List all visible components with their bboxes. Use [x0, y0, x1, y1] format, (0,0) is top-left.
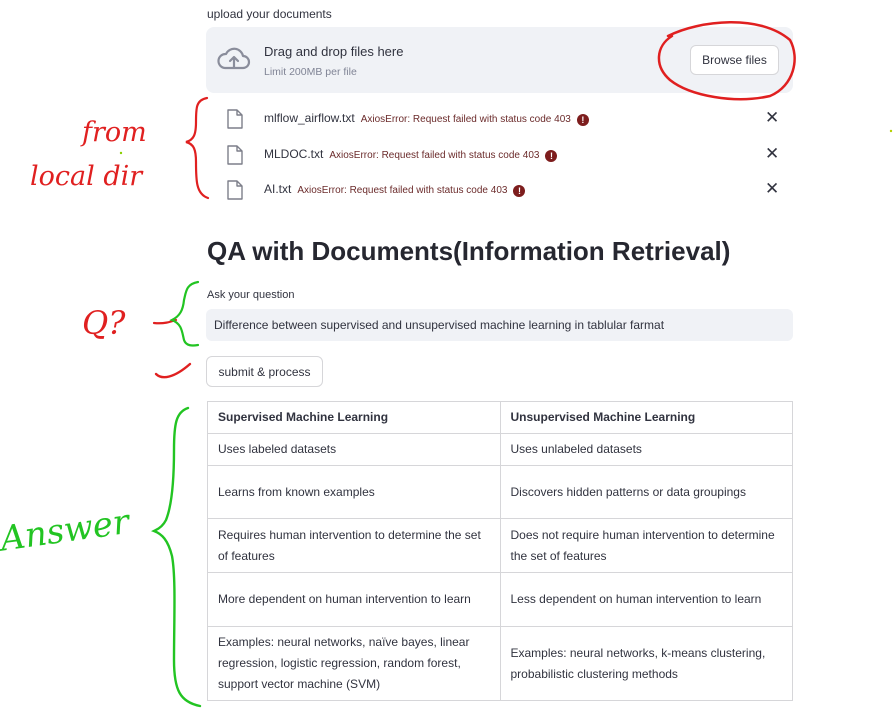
annotation-answer: Answer: [0, 502, 133, 560]
file-item: AI.txt AxiosError: Request failed with st…: [226, 178, 786, 202]
table-cell: Learns from known examples: [207, 465, 501, 519]
upload-label: upload your documents: [207, 7, 332, 21]
annotation-brace-files: [185, 96, 210, 200]
file-item: mlflow_airflow.txt AxiosError: Request fa…: [226, 107, 786, 131]
table-row: Requires human intervention to determine…: [207, 518, 793, 573]
table-cell: More dependent on human intervention to …: [207, 572, 501, 627]
table-cell: Uses unlabeled datasets: [499, 433, 793, 466]
table-cell: Discovers hidden patterns or data groupi…: [499, 465, 793, 519]
table-row: Uses labeled datasets Uses unlabeled dat…: [207, 433, 793, 466]
annotation-arrow-question: [152, 318, 178, 325]
table-cell: Uses labeled datasets: [207, 433, 501, 466]
browse-files-button[interactable]: Browse files: [690, 45, 779, 75]
annotation-question: Q?: [82, 304, 126, 342]
file-name: MLDOC.txt: [264, 147, 324, 161]
annotation-brace-answer: [151, 406, 202, 708]
answer-table: Supervised Machine Learning Unsupervised…: [207, 401, 793, 701]
close-icon[interactable]: ✕: [765, 144, 779, 164]
annotation-check: [154, 362, 192, 379]
table-row: More dependent on human intervention to …: [207, 572, 793, 627]
question-label: Ask your question: [207, 289, 295, 301]
cloud-upload-icon: [217, 47, 251, 70]
dropzone-limit: Limit 200MB per file: [264, 66, 357, 78]
file-name: mlflow_airflow.txt: [264, 111, 355, 125]
annotation-from: from: [80, 117, 147, 148]
file-error: AxiosError: Request failed with status c…: [360, 114, 571, 125]
page-title: QA with Documents(Information Retrieval): [207, 236, 731, 266]
error-icon: !: [513, 185, 526, 197]
file-error: AxiosError: Request failed with status c…: [297, 185, 508, 196]
error-icon: !: [576, 114, 589, 126]
table-cell: Less dependent on human intervention to …: [499, 572, 793, 627]
table-header: Unsupervised Machine Learning: [499, 401, 793, 434]
file-icon: [227, 180, 243, 200]
table-header-row: Supervised Machine Learning Unsupervised…: [207, 401, 793, 434]
file-name: AI.txt: [264, 182, 292, 196]
annotation-brace-question: [169, 280, 200, 347]
table-cell: Examples: neural networks, naïve bayes, …: [207, 626, 501, 701]
file-error: AxiosError: Request failed with status c…: [329, 150, 540, 161]
error-icon: !: [545, 150, 558, 162]
close-icon[interactable]: ✕: [765, 179, 779, 199]
submit-process-button[interactable]: submit & process: [206, 356, 323, 387]
table-row: Examples: neural networks, naïve bayes, …: [207, 626, 793, 701]
table-cell: Requires human intervention to determine…: [207, 518, 501, 573]
close-icon[interactable]: ✕: [765, 108, 779, 128]
question-input[interactable]: [206, 309, 793, 341]
file-icon: [227, 145, 243, 165]
table-header: Supervised Machine Learning: [207, 401, 501, 434]
table-cell: Does not require human intervention to d…: [499, 518, 793, 573]
dropzone-title: Drag and drop files here: [264, 44, 404, 59]
file-item: MLDOC.txt AxiosError: Request failed with…: [226, 143, 786, 167]
file-icon: [227, 109, 243, 129]
table-cell: Examples: neural networks, k-means clust…: [499, 626, 793, 701]
annotation-local-dir: local dir: [30, 161, 144, 192]
table-row: Learns from known examples Discovers hid…: [207, 465, 793, 519]
